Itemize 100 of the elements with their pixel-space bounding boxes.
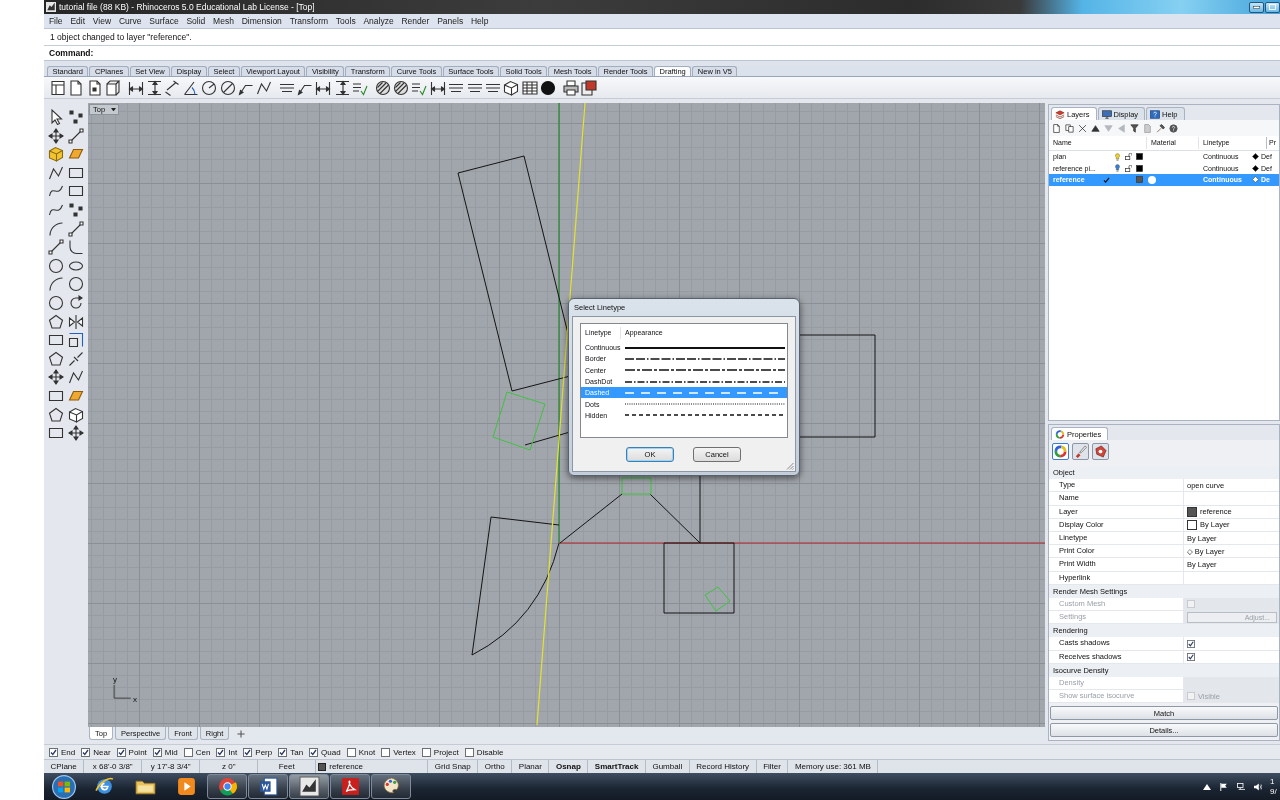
checkbox[interactable] xyxy=(1187,652,1195,661)
checkbox[interactable] xyxy=(1187,639,1195,648)
arc-icon[interactable] xyxy=(48,220,64,237)
menu-item[interactable]: Solid xyxy=(182,16,210,26)
osnap-checkbox[interactable] xyxy=(216,747,226,757)
properties-page-button[interactable] xyxy=(1092,443,1109,460)
osnap-checkbox[interactable] xyxy=(183,747,193,757)
open-padlock-icon[interactable] xyxy=(1125,164,1132,172)
menu-item[interactable]: File xyxy=(45,16,67,26)
table-icon[interactable] xyxy=(521,79,538,96)
menu-item[interactable]: Curve xyxy=(115,16,146,26)
printer-icon[interactable] xyxy=(562,79,579,96)
move-arrows-icon[interactable] xyxy=(68,425,84,442)
vertical-dimension-icon[interactable] xyxy=(333,79,350,96)
delete-icon[interactable] xyxy=(1078,123,1087,133)
osnap-checkbox[interactable] xyxy=(421,747,431,757)
osnap-checkbox[interactable] xyxy=(381,747,391,757)
copy-icon[interactable] xyxy=(1065,123,1074,133)
hatch-icon[interactable] xyxy=(374,79,391,96)
taskbar-button[interactable] xyxy=(371,774,411,799)
resize-grip-icon[interactable] xyxy=(786,462,794,470)
radius-dimension-icon[interactable] xyxy=(201,79,218,96)
points-icon[interactable] xyxy=(68,109,84,125)
taskbar-button[interactable] xyxy=(248,774,288,799)
help-icon[interactable] xyxy=(1169,123,1178,133)
diamond-icon[interactable] xyxy=(1252,153,1259,161)
properties-page-button[interactable] xyxy=(1072,443,1089,460)
polygon-icon[interactable] xyxy=(48,313,64,330)
arc-icon[interactable] xyxy=(48,276,64,293)
add-tab-icon[interactable] xyxy=(237,730,246,738)
polyline-icon[interactable] xyxy=(68,369,84,386)
fillet-icon[interactable] xyxy=(68,239,84,256)
osnap-checkbox[interactable] xyxy=(243,747,253,757)
line-icon[interactable] xyxy=(48,239,64,256)
property-field[interactable] xyxy=(1184,677,1279,690)
diamond-icon[interactable] xyxy=(1252,164,1259,172)
menu-item[interactable]: Help xyxy=(467,16,493,26)
mirror-icon[interactable] xyxy=(68,313,84,330)
properties-page-button[interactable] xyxy=(1052,443,1069,460)
taskbar-button[interactable] xyxy=(207,774,247,799)
taskbar-button[interactable] xyxy=(289,774,329,799)
cube-icon[interactable] xyxy=(503,79,520,96)
page-layout-icon[interactable] xyxy=(50,79,66,96)
material-circle-icon[interactable] xyxy=(1148,175,1156,184)
color-swatch-icon[interactable] xyxy=(1136,164,1143,172)
funnel-icon[interactable] xyxy=(1130,123,1139,133)
menu-item[interactable]: Transform xyxy=(285,16,332,26)
menu-item[interactable]: Surface xyxy=(145,16,183,26)
pointer-arrow-icon[interactable] xyxy=(48,109,64,125)
osnap-checkbox[interactable] xyxy=(152,747,162,757)
osnap-checkbox[interactable] xyxy=(464,747,474,757)
cube-icon[interactable] xyxy=(68,406,84,423)
menu-item[interactable]: Mesh xyxy=(209,16,238,26)
polygon-icon[interactable] xyxy=(48,350,64,367)
solid-box-icon[interactable] xyxy=(48,146,64,163)
command-field[interactable]: Command: xyxy=(44,46,1280,61)
menu-item[interactable]: Dimension xyxy=(237,16,286,26)
polygon-icon[interactable] xyxy=(48,406,64,423)
menu-item[interactable]: Panels xyxy=(433,16,468,26)
move-arrows-icon[interactable] xyxy=(48,127,64,144)
menu-item[interactable]: Tools xyxy=(331,16,360,26)
minimize-button[interactable] xyxy=(1249,1,1264,13)
osnap-checkbox[interactable] xyxy=(49,747,58,757)
maximize-button[interactable] xyxy=(1265,1,1280,13)
open-padlock-icon[interactable] xyxy=(1125,153,1132,161)
split-curve-icon[interactable] xyxy=(68,350,84,367)
line-icon[interactable] xyxy=(68,220,84,237)
osnap-checkbox[interactable] xyxy=(309,747,319,757)
overlapping-squares-icon[interactable] xyxy=(580,79,597,96)
aligned-dimension-icon[interactable] xyxy=(164,79,181,96)
menu-item[interactable]: Render xyxy=(397,16,434,26)
osnap-checkbox[interactable] xyxy=(278,747,288,757)
speaker-icon[interactable] xyxy=(1254,782,1262,791)
osnap-checkbox[interactable] xyxy=(81,747,91,757)
color-swatch-icon[interactable] xyxy=(1136,176,1143,184)
diameter-dimension-icon[interactable] xyxy=(219,79,236,96)
taskbar-button[interactable] xyxy=(330,774,370,799)
property-field[interactable] xyxy=(1184,492,1279,505)
horizontal-dimension-icon[interactable] xyxy=(429,79,446,96)
line-icon[interactable] xyxy=(68,127,84,144)
menu-item[interactable]: Edit xyxy=(66,16,89,26)
hatch-icon[interactable] xyxy=(393,79,410,96)
polyline-icon[interactable] xyxy=(48,164,64,181)
move-arrows-icon[interactable] xyxy=(48,369,64,386)
vertical-dimension-icon[interactable] xyxy=(145,79,162,96)
up-arrow-icon[interactable] xyxy=(1203,782,1211,791)
osnap-checkbox[interactable] xyxy=(116,747,126,757)
network-icon[interactable] xyxy=(1237,782,1245,791)
menu-item[interactable]: View xyxy=(88,16,115,26)
up-triangle-icon[interactable] xyxy=(1091,123,1100,133)
osnap-checkbox[interactable] xyxy=(346,747,356,757)
page-icon[interactable] xyxy=(68,79,85,96)
horizontal-dimension-icon[interactable] xyxy=(127,79,144,96)
scale-icon[interactable] xyxy=(68,332,84,349)
horizontal-dimension-icon[interactable] xyxy=(315,79,332,96)
menu-item[interactable]: Analyze xyxy=(359,16,398,26)
polyline-icon[interactable] xyxy=(256,79,273,96)
hammer-icon[interactable] xyxy=(1156,123,1165,133)
flag-icon[interactable] xyxy=(1220,782,1228,791)
light-bulb-icon[interactable] xyxy=(1115,164,1120,173)
